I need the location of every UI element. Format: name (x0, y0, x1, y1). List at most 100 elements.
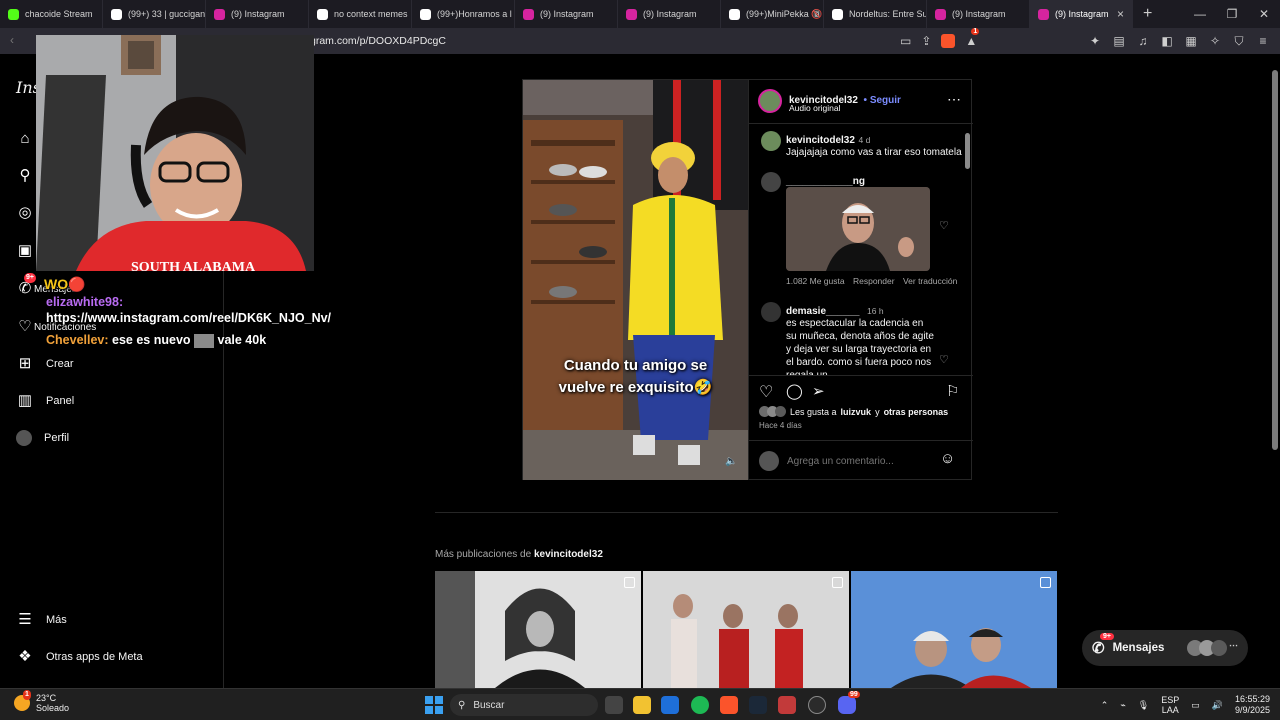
comment-avatar[interactable] (761, 131, 781, 151)
more-post-thumb[interactable] (435, 571, 641, 688)
meta-apps-button[interactable]: ❖ Otras apps de Meta (16, 648, 142, 666)
speaker-icon[interactable]: 🔊 (1212, 700, 1223, 711)
browser-tab[interactable]: (9) Instagram (515, 0, 618, 28)
comment-gif[interactable] (786, 187, 930, 271)
brave-shields-icon[interactable] (941, 34, 956, 48)
wallet2-icon[interactable]: ▦ (1184, 34, 1198, 48)
instagram-post: Cuando tu amigo se vuelve re exquisito🤣 … (522, 79, 973, 480)
language-indicator[interactable]: ESP LAA (1161, 695, 1179, 715)
app-icon[interactable] (808, 696, 826, 714)
comment-avatar[interactable] (761, 172, 781, 192)
comment-username[interactable]: kevincitodel32 (786, 135, 855, 146)
share-icon[interactable]: ➢ (812, 382, 825, 400)
browser-tab[interactable]: (99+)MiniPekka 🔞 (721, 0, 824, 28)
tab-favicon-icon (832, 8, 843, 20)
browser-tab[interactable]: (9) Instagram (927, 0, 1030, 28)
volume-icon[interactable]: 🔈 (725, 456, 737, 467)
bing-icon[interactable] (661, 696, 679, 714)
post-video[interactable]: Cuando tu amigo se vuelve re exquisito🤣 … (523, 80, 748, 480)
comment-input[interactable] (787, 451, 937, 471)
reply-button[interactable]: Responder (853, 276, 895, 286)
close-window-icon[interactable]: ✕ (1248, 0, 1280, 28)
share-icon[interactable]: ⇪ (921, 34, 931, 48)
address-bar[interactable]: gram.com/p/DOOXD4PDcgC (310, 28, 446, 54)
browser-tab[interactable]: (99+) 33 | guccigan (103, 0, 206, 28)
file-explorer-icon[interactable] (633, 696, 651, 714)
browser-tab[interactable]: (9) Instagram × (1030, 0, 1133, 28)
restore-icon[interactable]: ❐ (1216, 0, 1248, 28)
follow-button[interactable]: • Seguir (864, 95, 901, 106)
media-icon[interactable]: ♫ (1136, 34, 1150, 48)
tray-chevron-icon[interactable]: ⌃ (1101, 700, 1109, 711)
comment-username[interactable]: demasie______ (786, 306, 859, 317)
sidebar-item-create[interactable]: ⊞ Crear (16, 355, 74, 373)
comment-likes[interactable]: 1.082 Me gusta (786, 276, 845, 286)
clock[interactable]: 16:55:29 9/9/2025 (1235, 694, 1270, 716)
more-posts-user[interactable]: kevincitodel32 (534, 549, 603, 560)
page-scrollbar[interactable] (1270, 54, 1280, 688)
steam-icon[interactable] (749, 696, 767, 714)
translate-button[interactable]: Ver traducción (903, 276, 957, 286)
wallet-icon[interactable]: ▤ (1112, 34, 1126, 48)
chat-username: Chevellev: (46, 333, 109, 347)
mic-icon[interactable]: 🎙 (1138, 700, 1149, 711)
task-view-icon[interactable] (605, 696, 623, 714)
own-avatar (759, 451, 779, 471)
browser-tab[interactable]: (9) Instagram (618, 0, 721, 28)
more-options-icon[interactable]: ⋯ (947, 91, 961, 108)
screen-icon[interactable]: ▭ (900, 34, 911, 48)
browser-tab[interactable]: Nordeltus: Entre Su (824, 0, 927, 28)
leo-ai-icon[interactable]: ✧ (1208, 34, 1222, 48)
sidebar-item-profile[interactable]: Perfil (16, 430, 69, 446)
weather-widget[interactable]: 1 23°C Soleado (14, 690, 69, 713)
messages-floating-button[interactable]: ✆ 9+ Mensajes ⋯ (1082, 630, 1248, 666)
comment-username[interactable]: ____________ng (786, 176, 865, 187)
likes-others[interactable]: otras personas (884, 407, 949, 417)
vpn-icon[interactable]: ⛉ (1232, 34, 1246, 48)
audio-link[interactable]: Audio original (789, 103, 841, 113)
back-icon[interactable]: ‹ (10, 33, 14, 47)
comments-scrollbar[interactable] (963, 125, 971, 375)
network-icon[interactable]: ⌁ (1120, 700, 1125, 711)
comment-time: 16 h (867, 306, 884, 316)
browser-tab[interactable]: no context memes (309, 0, 412, 28)
browser-tab[interactable]: (99+)Honramos a l (412, 0, 515, 28)
more-button[interactable]: ☰ Más (16, 611, 67, 629)
like-comment-icon[interactable]: ♡ (939, 219, 949, 232)
browser-tab[interactable]: chacoide Stream (0, 0, 103, 28)
windows-start-icon[interactable] (425, 696, 443, 714)
chat-message: Chevellev: ese es nuevo vale 40k (46, 332, 316, 348)
more-post-thumb[interactable] (851, 571, 1057, 688)
app-icon[interactable] (778, 696, 796, 714)
close-tab-icon[interactable]: × (1117, 7, 1124, 21)
comment-meta: 1.082 Me gusta Responder Ver traducción (786, 276, 957, 286)
browser-tab[interactable]: (9) Instagram (206, 0, 309, 28)
new-tab-button[interactable]: + (1133, 5, 1162, 23)
sidebar-toggle-icon[interactable]: ◧ (1160, 34, 1174, 48)
post-date[interactable]: Hace 4 días (759, 421, 802, 430)
extensions-icon[interactable]: ✦ (1088, 34, 1102, 48)
likes-user[interactable]: luizvuk (841, 407, 872, 417)
menu-icon[interactable]: ≡ (1256, 34, 1270, 48)
comment-avatar[interactable] (761, 302, 781, 322)
messages-badge: 9+ (1100, 633, 1114, 640)
like-comment-icon[interactable]: ♡ (939, 353, 949, 366)
page-scroll-thumb[interactable] (1272, 70, 1278, 450)
author-avatar[interactable] (758, 89, 782, 113)
brave-icon[interactable] (720, 696, 738, 714)
save-icon[interactable]: ⚐ (946, 382, 959, 400)
minimize-icon[interactable]: — (1184, 0, 1216, 28)
sidebar-item-dashboard[interactable]: ▥ Panel (16, 392, 74, 410)
display-icon[interactable]: ▭ (1191, 700, 1200, 711)
svg-text:SOUTH ALABAMA: SOUTH ALABAMA (131, 260, 256, 271)
more-post-thumb[interactable] (643, 571, 849, 688)
comment-icon[interactable]: ◯ (786, 382, 803, 400)
spotify-icon[interactable] (691, 696, 709, 714)
comment: ____________ng (786, 172, 865, 187)
discord-icon[interactable]: 99 (838, 691, 860, 714)
emoji-icon[interactable]: ☺ (940, 450, 955, 467)
like-icon[interactable]: ♡ (759, 382, 773, 402)
comments-scroll-thumb[interactable] (965, 133, 970, 169)
taskbar-search[interactable]: ⚲ Buscar (450, 694, 598, 716)
brave-rewards-icon[interactable]: ▲ 1 (965, 28, 980, 48)
